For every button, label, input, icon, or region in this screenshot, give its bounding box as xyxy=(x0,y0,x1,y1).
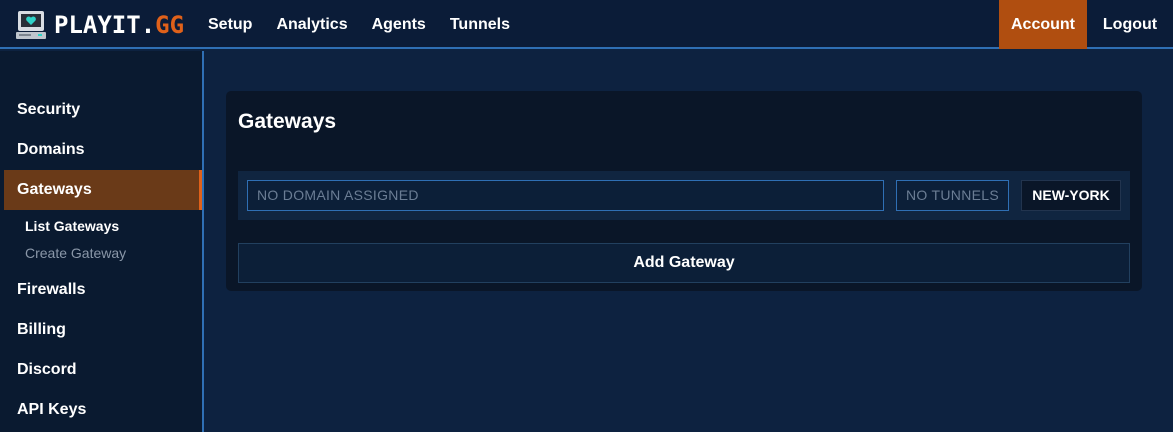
brand-name-accent: GG xyxy=(155,11,185,39)
main-nav: Setup Analytics Agents Tunnels xyxy=(196,0,522,49)
sidebar-item-gateways[interactable]: Gateways xyxy=(4,170,202,210)
computer-heart-icon xyxy=(16,11,46,39)
sidebar-item-firewalls[interactable]: Firewalls xyxy=(0,270,202,310)
add-gateway-button[interactable]: Add Gateway xyxy=(238,243,1130,283)
sidebar-subitem-list-gateways[interactable]: List Gateways xyxy=(0,213,202,240)
gateways-card: Gateways NO DOMAIN ASSIGNED NO TUNNELS N… xyxy=(226,91,1142,291)
gateway-domain-field[interactable]: NO DOMAIN ASSIGNED xyxy=(247,180,884,211)
sidebar-subitem-create-gateway[interactable]: Create Gateway xyxy=(0,240,202,267)
nav-tunnels[interactable]: Tunnels xyxy=(438,0,522,49)
top-navbar: PLAYIT. GG Setup Analytics Agents Tunnel… xyxy=(0,0,1173,49)
gateway-tunnels-badge[interactable]: NO TUNNELS xyxy=(896,180,1009,211)
page-title: Gateways xyxy=(238,110,337,133)
brand-name-main: PLAYIT. xyxy=(54,11,156,39)
account-nav: Account Logout xyxy=(999,0,1173,49)
sidebar-item-api-keys[interactable]: API Keys xyxy=(0,390,202,430)
gateways-submenu: List Gateways Create Gateway xyxy=(0,210,202,270)
nav-setup[interactable]: Setup xyxy=(196,0,264,49)
sidebar: Security Domains Gateways List Gateways … xyxy=(0,51,204,432)
nav-logout[interactable]: Logout xyxy=(1087,0,1173,49)
gateway-row[interactable]: NO DOMAIN ASSIGNED NO TUNNELS NEW-YORK xyxy=(238,171,1130,220)
gateway-region-badge: NEW-YORK xyxy=(1021,180,1121,211)
nav-analytics[interactable]: Analytics xyxy=(264,0,359,49)
brand-wordmark: PLAYIT. GG xyxy=(54,11,184,39)
sidebar-item-domains[interactable]: Domains xyxy=(0,130,202,170)
brand-logo[interactable]: PLAYIT. GG xyxy=(16,10,184,40)
nav-account[interactable]: Account xyxy=(999,0,1087,49)
sidebar-item-billing[interactable]: Billing xyxy=(0,310,202,350)
nav-agents[interactable]: Agents xyxy=(360,0,438,49)
sidebar-item-discord[interactable]: Discord xyxy=(0,350,202,390)
sidebar-item-security[interactable]: Security xyxy=(0,90,202,130)
